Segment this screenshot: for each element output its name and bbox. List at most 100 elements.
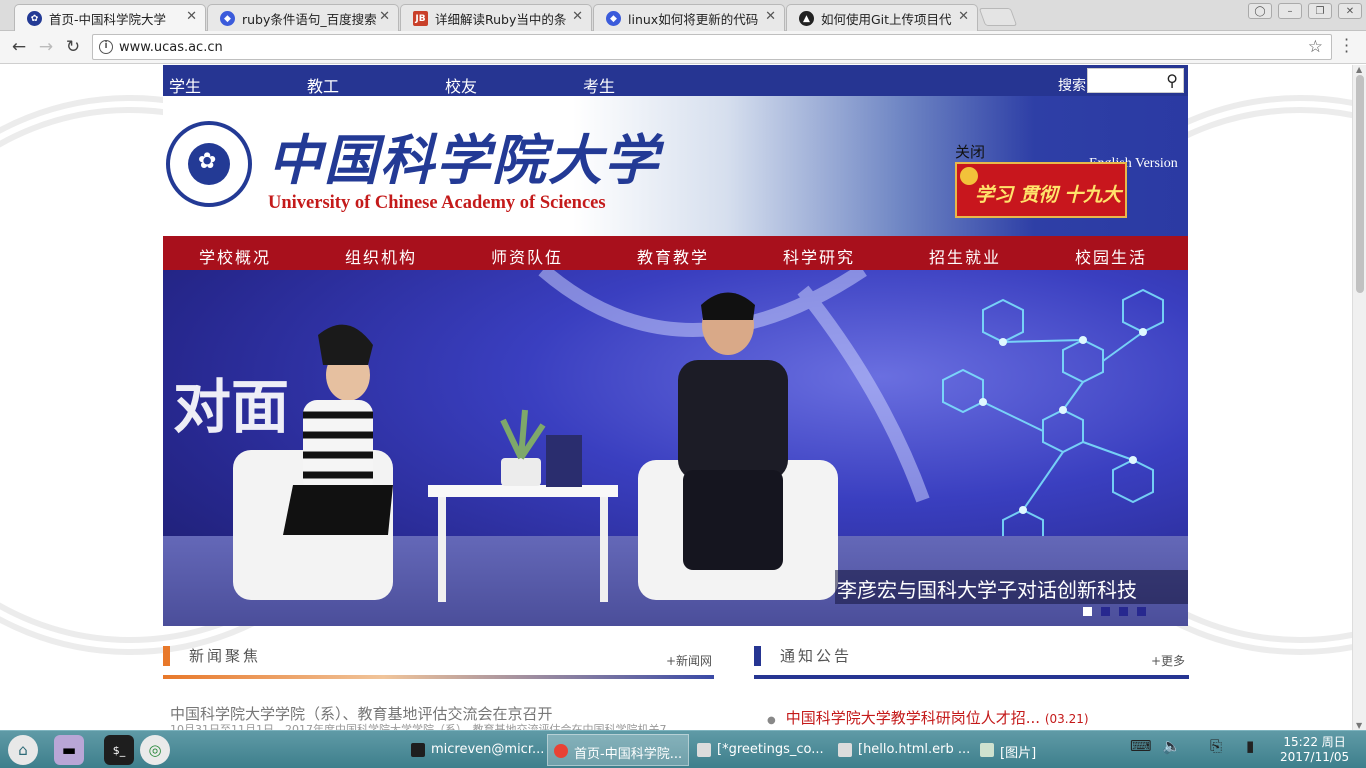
promo-banner[interactable]: 学习 贯彻 十九大 [955, 162, 1127, 218]
keyboard-icon[interactable]: ⌨ [1130, 737, 1152, 755]
close-window-button[interactable]: ✕ [1338, 3, 1362, 19]
news-more-link[interactable]: +新闻网 [666, 652, 712, 669]
tab-label: 首页-中国科学院大学 [49, 12, 167, 27]
address-bar[interactable]: i www.ucas.ac.cn ☆ [92, 34, 1332, 60]
terminal-icon [411, 743, 425, 757]
baidu-paw-icon: ◆ [606, 11, 621, 26]
nav-organization[interactable]: 组织机构 [345, 244, 417, 268]
news-section-header: 新闻聚焦 +新闻网 [163, 640, 714, 680]
home-icon[interactable]: ⌂ [8, 735, 38, 765]
carousel-dot[interactable] [1101, 607, 1110, 616]
profile-icon[interactable]: ◯ [1248, 3, 1272, 19]
tab-ucas[interactable]: ✿ 首页-中国科学院大学 ✕ [14, 4, 206, 31]
nav-about[interactable]: 学校概况 [199, 244, 271, 268]
volume-icon[interactable]: 🔈 [1162, 737, 1181, 755]
news-summary: 10月31日至11月1日，2017年度中国科学院大学学院（系）、教育基地交流评估… [170, 723, 667, 730]
browser-toolbar: ← → ↻ i www.ucas.ac.cn ☆ · · · [0, 31, 1366, 64]
menu-dots-icon[interactable]: · · · [1344, 32, 1349, 60]
carousel-dot[interactable] [1119, 607, 1128, 616]
carousel-dot[interactable] [1137, 607, 1146, 616]
ucas-seal-logo[interactable]: ✿ [166, 121, 252, 207]
site-title-cn[interactable]: 中国科学院大学 [268, 116, 660, 195]
chrome-icon[interactable]: ◎ [140, 735, 170, 765]
tab-baidu-linux[interactable]: ◆ linux如何将更新的代码 ✕ [593, 4, 785, 31]
chrome-icon [554, 744, 568, 758]
close-tab-icon[interactable]: ✕ [572, 9, 583, 24]
jb51-icon: JB [413, 11, 428, 26]
notice-title: 通知公告 [780, 647, 853, 665]
reload-icon[interactable]: ↻ [62, 36, 84, 58]
tab-git-upload[interactable]: ▲ 如何使用Git上传项目代 ✕ [786, 4, 978, 31]
page-scrollbar[interactable]: ▲ ▼ [1352, 65, 1366, 730]
system-clock[interactable]: 15:22 周日 2017/11/05 [1280, 735, 1349, 765]
hero-carousel[interactable]: 对面 李彦宏与国科大学子对话创新科技 [163, 270, 1188, 626]
network-icon[interactable]: ⎘ [1210, 737, 1222, 755]
news-marker [163, 646, 170, 666]
image-viewer-icon [980, 743, 994, 757]
nav-campus-life[interactable]: 校园生活 [1075, 244, 1147, 268]
terminal-icon[interactable]: $_ [104, 735, 134, 765]
window-controls: ◯ – ❐ ✕ [1248, 3, 1362, 19]
text-editor-icon [838, 743, 852, 757]
nav-education[interactable]: 教育教学 [637, 244, 709, 268]
new-tab-button[interactable] [978, 8, 1018, 26]
ucas-favicon-icon: ✿ [27, 11, 42, 26]
hero-caption[interactable]: 李彦宏与国科大学子对话创新科技 [835, 570, 1188, 604]
topnav-applicant[interactable]: 考生 [583, 73, 615, 97]
task-hello-editor[interactable]: [hello.html.erb ... [832, 734, 972, 766]
notice-marker [754, 646, 761, 666]
topnav-staff[interactable]: 教工 [307, 73, 339, 97]
nav-admissions[interactable]: 招生就业 [929, 244, 1001, 268]
search-icon[interactable]: ⚲ [1166, 71, 1178, 90]
tab-baidu-ruby[interactable]: ◆ ruby条件语句_百度搜索 ✕ [207, 4, 399, 31]
clock-date: 2017/11/05 [1280, 750, 1350, 764]
scroll-up-arrow-icon[interactable]: ▲ [1356, 65, 1362, 74]
battery-icon[interactable]: ▮ [1246, 737, 1254, 755]
search-input[interactable]: ⚲ [1087, 68, 1184, 93]
desktop-taskbar: ⌂ ▬ $_ ◎ micreven@micr... 首页-中国科学院... [*… [0, 730, 1366, 768]
tab-strip: ✿ 首页-中国科学院大学 ✕ ◆ ruby条件语句_百度搜索 ✕ JB 详细解读… [0, 0, 1366, 31]
site-banner: ✿ 中国科学院大学 University of Chinese Academy … [163, 96, 1188, 236]
main-nav: 学校概况 组织机构 师资队伍 教育教学 科学研究 招生就业 校园生活 [163, 236, 1188, 270]
ucas-site: 学生 教工 校友 考生 搜索 ⚲ ✿ 中国科学院大学 University of… [163, 65, 1188, 626]
minimize-button[interactable]: – [1278, 3, 1302, 19]
task-label: [图片] [1000, 746, 1037, 761]
search-label: 搜索 [1058, 78, 1086, 94]
task-greetings-editor[interactable]: [*greetings_co... [691, 734, 830, 766]
close-tab-icon[interactable]: ✕ [958, 9, 969, 24]
nav-faculty[interactable]: 师资队伍 [491, 244, 563, 268]
task-image-viewer[interactable]: [图片] [974, 734, 1114, 766]
notice-item-date: (03.21) [1044, 712, 1089, 726]
task-terminal[interactable]: micreven@micr... [405, 734, 545, 766]
close-tab-icon[interactable]: ✕ [379, 9, 390, 24]
topnav-student[interactable]: 学生 [169, 73, 201, 97]
bullet-icon: ● [767, 715, 776, 726]
scrollbar-thumb[interactable] [1356, 75, 1364, 293]
notice-more-link[interactable]: +更多 [1151, 652, 1185, 669]
task-chrome[interactable]: 首页-中国科学院... [547, 734, 689, 766]
carousel-dot-active[interactable] [1083, 607, 1092, 616]
close-tab-icon[interactable]: ✕ [765, 9, 776, 24]
penguin-icon: ▲ [799, 11, 814, 26]
close-tab-icon[interactable]: ✕ [186, 9, 197, 24]
notice-item-text[interactable]: 中国科学院大学教学科研岗位人才招... [786, 709, 1040, 727]
file-manager-icon[interactable]: ▬ [54, 735, 84, 765]
back-arrow-icon[interactable]: ← [8, 36, 30, 58]
nav-research[interactable]: 科学研究 [783, 244, 855, 268]
site-title-en: University of Chinese Academy of Science… [268, 193, 606, 213]
task-label: [*greetings_co... [717, 742, 824, 757]
close-promo-link[interactable]: 关闭 [955, 141, 985, 162]
text-editor-icon [697, 743, 711, 757]
notice-section-header: 通知公告 +更多 [754, 640, 1189, 680]
tab-jb51-ruby[interactable]: JB 详细解读Ruby当中的条 ✕ [400, 4, 592, 31]
page-viewport: 学生 教工 校友 考生 搜索 ⚲ ✿ 中国科学院大学 University of… [0, 65, 1352, 730]
info-icon[interactable]: i [99, 40, 113, 54]
topnav-alumni[interactable]: 校友 [445, 73, 477, 97]
scroll-down-arrow-icon[interactable]: ▼ [1356, 721, 1362, 730]
forward-arrow-icon[interactable]: → [35, 36, 57, 58]
url-text[interactable]: www.ucas.ac.cn [119, 40, 223, 55]
maximize-button[interactable]: ❐ [1308, 3, 1332, 19]
bookmark-star-icon[interactable]: ☆ [1308, 37, 1323, 57]
notice-item[interactable]: ● 中国科学院大学教学科研岗位人才招... (03.21) [767, 707, 1089, 728]
tab-label: 如何使用Git上传项目代 [821, 12, 952, 27]
